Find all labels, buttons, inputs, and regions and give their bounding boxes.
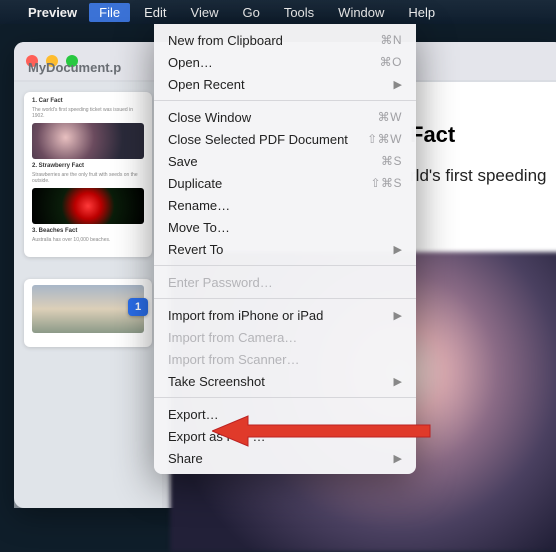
- menuitem-duplicate[interactable]: Duplicate⇧⌘S: [154, 172, 416, 194]
- menu-go[interactable]: Go: [232, 3, 269, 22]
- menuitem-close-window[interactable]: Close Window⌘W: [154, 106, 416, 128]
- menu-edit[interactable]: Edit: [134, 3, 176, 22]
- chevron-right-icon: ▶: [394, 309, 402, 322]
- menu-separator: [154, 298, 416, 299]
- window-title: MyDocument.p: [14, 60, 121, 75]
- menu-separator: [154, 397, 416, 398]
- thumb-text: Australia has over 10,000 beaches.: [32, 237, 144, 243]
- page-number-badge: 1: [128, 298, 148, 316]
- thumb-text: The world's first speeding ticket was is…: [32, 107, 144, 119]
- menuitem-save[interactable]: Save⌘S: [154, 150, 416, 172]
- thumb-heading: 2. Strawberry Fact: [32, 163, 144, 169]
- chevron-right-icon: ▶: [394, 243, 402, 256]
- menu-help[interactable]: Help: [398, 3, 445, 22]
- menuitem-rename[interactable]: Rename…: [154, 194, 416, 216]
- file-menu-dropdown: New from Clipboard⌘N Open…⌘O Open Recent…: [154, 24, 416, 474]
- menuitem-enter-password: Enter Password…: [154, 271, 416, 293]
- menuitem-export-as-pdf[interactable]: Export as PDF…: [154, 425, 416, 447]
- thumb-heading: 3. Beaches Fact: [32, 228, 144, 234]
- menuitem-export[interactable]: Export…: [154, 403, 416, 425]
- thumb-text: Strawberries are the only fruit with see…: [32, 172, 144, 184]
- page-thumbnail[interactable]: 1. Car Fact The world's first speeding t…: [24, 92, 152, 257]
- chevron-right-icon: ▶: [394, 452, 402, 465]
- menuitem-import-camera: Import from Camera…: [154, 326, 416, 348]
- chevron-right-icon: ▶: [394, 78, 402, 91]
- menu-view[interactable]: View: [181, 3, 229, 22]
- menuitem-open-recent[interactable]: Open Recent▶: [154, 73, 416, 95]
- menuitem-share[interactable]: Share▶: [154, 447, 416, 469]
- menubar: Preview File Edit View Go Tools Window H…: [0, 0, 556, 24]
- menuitem-close-selected-pdf[interactable]: Close Selected PDF Document⇧⌘W: [154, 128, 416, 150]
- thumbnail-sidebar: 1. Car Fact The world's first speeding t…: [14, 82, 162, 508]
- content-heading: Fact: [410, 122, 556, 148]
- menu-file[interactable]: File: [89, 3, 130, 22]
- menuitem-new-from-clipboard[interactable]: New from Clipboard⌘N: [154, 29, 416, 51]
- content-body: rld's first speeding: [410, 166, 556, 186]
- thumb-heading: 1. Car Fact: [32, 98, 144, 104]
- menu-tools[interactable]: Tools: [274, 3, 324, 22]
- menu-separator: [154, 100, 416, 101]
- menu-window[interactable]: Window: [328, 3, 394, 22]
- menuitem-import-scanner: Import from Scanner…: [154, 348, 416, 370]
- menuitem-open[interactable]: Open…⌘O: [154, 51, 416, 73]
- menuitem-take-screenshot[interactable]: Take Screenshot▶: [154, 370, 416, 392]
- app-name[interactable]: Preview: [20, 3, 85, 22]
- thumb-image: [32, 123, 144, 159]
- menuitem-revert-to[interactable]: Revert To▶: [154, 238, 416, 260]
- menuitem-import-iphone-ipad[interactable]: Import from iPhone or iPad▶: [154, 304, 416, 326]
- menuitem-move-to[interactable]: Move To…: [154, 216, 416, 238]
- chevron-right-icon: ▶: [394, 375, 402, 388]
- thumb-image: [32, 188, 144, 224]
- menu-separator: [154, 265, 416, 266]
